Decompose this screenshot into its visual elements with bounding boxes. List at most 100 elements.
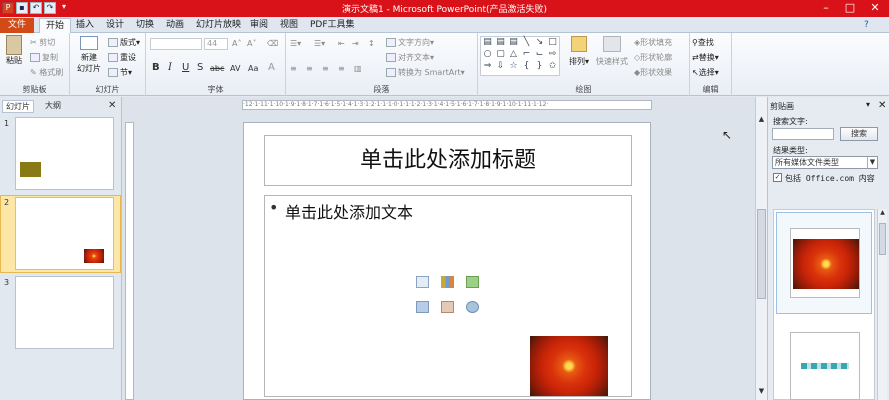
block-arrow-icon[interactable]: ⇨: [547, 50, 558, 60]
layout-button[interactable]: 版式▾: [108, 37, 140, 48]
shrink-font-icon[interactable]: A˅: [247, 39, 256, 48]
select-button[interactable]: ↖选择▾: [692, 67, 719, 78]
scroll-thumb[interactable]: [757, 209, 766, 299]
line-shape-icon[interactable]: ╲: [521, 38, 532, 48]
format-painter-button[interactable]: ✎ 格式刷: [30, 67, 63, 78]
tab-review[interactable]: 审阅: [244, 18, 274, 33]
italic-button[interactable]: I: [168, 62, 172, 73]
find-button[interactable]: ⚲查找: [692, 37, 714, 48]
brace-shape-icon[interactable]: {: [521, 62, 532, 72]
insert-smartart-icon[interactable]: [466, 276, 479, 288]
close-pane-icon[interactable]: ✕: [108, 100, 116, 111]
rounded-rect-shape-icon[interactable]: ▢: [495, 50, 506, 60]
star-shape-icon[interactable]: ☆: [508, 62, 519, 72]
tab-animations[interactable]: 动画: [160, 18, 190, 33]
cut-button[interactable]: ✂ 剪切: [30, 37, 55, 48]
insert-table-icon[interactable]: [416, 276, 429, 288]
replace-button[interactable]: ⇄替换▾: [692, 52, 719, 63]
help-icon[interactable]: ?: [858, 18, 875, 33]
underline-button[interactable]: U: [182, 62, 189, 73]
scroll-up-icon[interactable]: ▲: [878, 209, 887, 216]
tab-file[interactable]: 文件: [0, 18, 34, 33]
clip-result-item[interactable]: [790, 332, 860, 400]
section-button[interactable]: 节▾: [108, 67, 132, 78]
text-direction-button[interactable]: 文字方向▾: [386, 37, 434, 48]
minimize-icon[interactable]: –: [815, 1, 837, 15]
brace-shape-icon[interactable]: }: [534, 62, 545, 72]
shadow-button[interactable]: S: [197, 62, 203, 73]
close-icon[interactable]: ✕: [864, 1, 886, 15]
title-placeholder[interactable]: 单击此处添加标题: [264, 135, 632, 186]
decrease-indent-icon[interactable]: ⇤: [338, 39, 345, 48]
font-size-select[interactable]: 44: [204, 38, 228, 50]
shape-effects-button[interactable]: ◆形状效果: [634, 67, 672, 78]
insert-chart-icon[interactable]: [441, 276, 454, 288]
elbow-connector-icon[interactable]: ⌙: [534, 50, 545, 60]
slide-thumbnail-1[interactable]: [15, 117, 114, 190]
scroll-up-icon[interactable]: ▲: [757, 115, 766, 125]
textbox-shape-icon[interactable]: ▤: [482, 38, 493, 48]
vertical-scrollbar[interactable]: ▲ ▼: [755, 97, 767, 400]
slide-canvas[interactable]: 单击此处添加标题 • 单击此处添加文本: [243, 122, 651, 400]
paste-button[interactable]: 粘贴: [3, 35, 25, 66]
align-text-button[interactable]: 对齐文本▾: [386, 52, 434, 63]
flower-image[interactable]: [530, 336, 608, 396]
arrow-right-icon[interactable]: ⇒: [482, 62, 493, 72]
smartart-button[interactable]: 转换为 SmartArt▾: [386, 67, 465, 78]
clear-format-icon[interactable]: ⌫: [267, 39, 278, 48]
line-spacing-icon[interactable]: ↕: [368, 39, 375, 48]
include-office-checkbox[interactable]: ✓: [773, 173, 782, 182]
scroll-down-icon[interactable]: ▼: [757, 387, 766, 397]
tab-view[interactable]: 视图: [274, 18, 304, 33]
clip-result-item[interactable]: [776, 212, 872, 314]
slide-thumbnail-2[interactable]: [15, 197, 114, 270]
reset-button[interactable]: 重设: [108, 52, 136, 63]
bullets-icon[interactable]: ☰▾: [290, 39, 301, 48]
columns-icon[interactable]: ▥: [354, 64, 362, 73]
shape-outline-button[interactable]: ◇形状轮廓: [634, 52, 672, 63]
triangle-shape-icon[interactable]: △: [508, 50, 519, 60]
char-spacing-button[interactable]: AV: [230, 64, 240, 73]
tab-transitions[interactable]: 切换: [130, 18, 160, 33]
new-slide-button[interactable]: 新建 幻灯片: [73, 36, 105, 74]
dropdown-arrow-icon[interactable]: ▼: [867, 157, 877, 168]
tab-design[interactable]: 设计: [100, 18, 130, 33]
tab-home[interactable]: 开始: [39, 18, 72, 33]
elbow-connector-icon[interactable]: ⌐: [521, 50, 532, 60]
arrow-down-icon[interactable]: ⇩: [495, 62, 506, 72]
increase-indent-icon[interactable]: ⇥: [352, 39, 359, 48]
font-color-button[interactable]: A: [268, 62, 275, 73]
numbering-icon[interactable]: ☰▾: [314, 39, 325, 48]
star-burst-icon[interactable]: ✩: [547, 62, 558, 72]
arrange-button[interactable]: 排列▾: [566, 36, 592, 67]
search-button[interactable]: 搜索: [840, 127, 878, 141]
search-input[interactable]: [772, 128, 834, 140]
grow-font-icon[interactable]: A˄: [232, 39, 241, 48]
align-center-icon[interactable]: ≡: [306, 64, 313, 73]
strikethrough-button[interactable]: abc: [210, 64, 224, 73]
insert-media-icon[interactable]: [466, 301, 479, 313]
tab-slides[interactable]: 幻灯片: [2, 100, 34, 113]
shapes-gallery[interactable]: ▤ ▤ ▤ ╲ ↘ □ ○ ▢ △ ⌐ ⌙ ⇨ ⇒ ⇩ ☆ { } ✩: [480, 36, 560, 76]
copy-button[interactable]: 复制: [30, 52, 58, 63]
insert-picture-icon[interactable]: [416, 301, 429, 313]
close-clip-pane-icon[interactable]: ✕: [878, 100, 886, 111]
align-left-icon[interactable]: ≡: [290, 64, 297, 73]
textbox-shape-icon[interactable]: ▤: [495, 38, 506, 48]
slide-thumbnail-3[interactable]: [15, 276, 114, 349]
tab-slideshow[interactable]: 幻灯片放映: [190, 18, 247, 33]
rectangle-shape-icon[interactable]: □: [547, 38, 558, 48]
oval-shape-icon[interactable]: ○: [482, 50, 493, 60]
change-case-button[interactable]: Aa: [248, 64, 258, 73]
pane-options-icon[interactable]: ▾: [866, 100, 870, 109]
font-name-select[interactable]: [150, 38, 202, 50]
shape-fill-button[interactable]: ◈形状填充: [634, 37, 672, 48]
clip-results-scrollbar[interactable]: ▲: [877, 209, 887, 400]
scroll-thumb[interactable]: [879, 223, 886, 255]
tab-pdf-tools[interactable]: PDF工具集: [304, 18, 361, 33]
insert-clipart-icon[interactable]: [441, 301, 454, 313]
textbox-shape-icon[interactable]: ▤: [508, 38, 519, 48]
quick-styles-button[interactable]: 快速样式: [592, 36, 632, 67]
align-right-icon[interactable]: ≡: [322, 64, 329, 73]
bold-button[interactable]: B: [152, 62, 160, 73]
